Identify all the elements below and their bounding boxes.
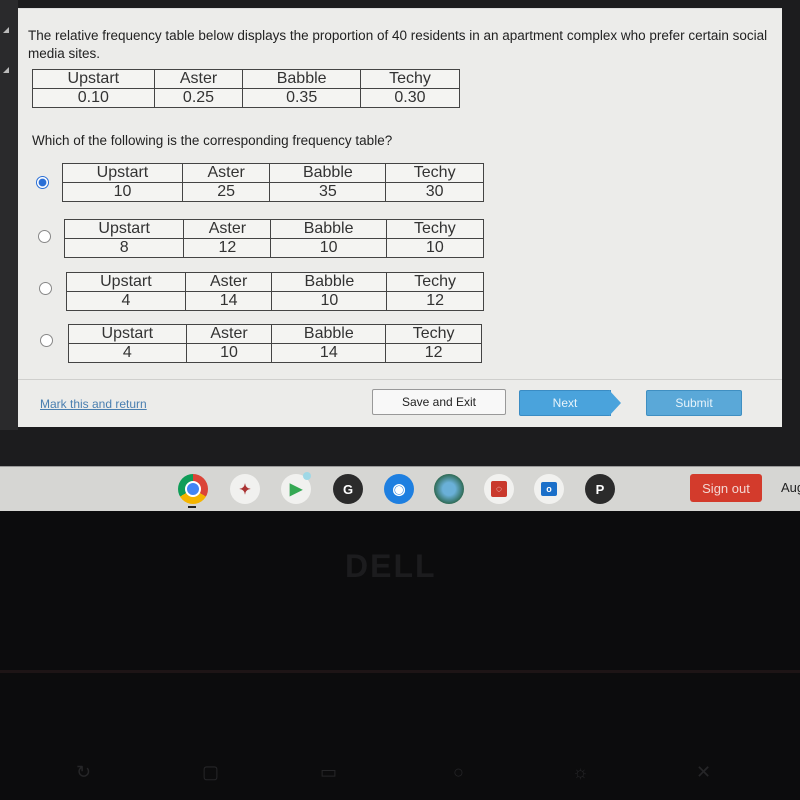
sign-out-button[interactable]: Sign out (690, 474, 762, 502)
table-cell: 30 (385, 182, 484, 202)
red-app-icon[interactable]: ◌ (484, 474, 514, 504)
p-app-icon[interactable]: P (585, 474, 615, 504)
table-cell: 35 (269, 182, 387, 202)
table-header-cell: Babble (271, 324, 387, 344)
option-2-radio[interactable] (38, 230, 51, 243)
question-prompt: Which of the following is the correspond… (32, 133, 393, 148)
footer-divider (18, 379, 782, 380)
table-header-cell: Upstart (63, 219, 185, 239)
table-cell: 12 (183, 238, 272, 258)
table-header-cell: Upstart (62, 163, 183, 183)
table-header-cell: Techy (359, 69, 461, 89)
table-cell: 4 (68, 343, 187, 363)
save-and-exit-button[interactable]: Save and Exit (372, 389, 506, 415)
g-app-icon[interactable]: G (333, 474, 363, 504)
table-cell: 10 (270, 238, 387, 258)
table-cell: 14 (271, 343, 387, 363)
table-cell: 0.10 (32, 88, 155, 108)
table-cell: 10 (185, 343, 273, 363)
question-panel: The relative frequency table below displ… (18, 8, 782, 427)
camera-icon[interactable]: ◉ (384, 474, 414, 504)
mascot-app-icon[interactable]: ✦ (230, 474, 260, 504)
mute-key-icon: ✕ (696, 762, 712, 782)
table-header-row: Upstart Aster Babble Techy (32, 69, 461, 89)
table-cell: 12 (386, 291, 484, 311)
next-button[interactable]: Next (519, 390, 611, 416)
brightness-up-key-icon: ☼ (572, 762, 589, 782)
table-header-cell: Techy (385, 219, 485, 239)
table-header-cell: Upstart (32, 69, 155, 89)
left-gutter (0, 0, 18, 430)
table-cell: 4 (66, 291, 186, 311)
overview-key-icon: ▭ (320, 762, 338, 782)
brightness-down-key-icon: ○ (453, 762, 464, 782)
table-header-cell: Aster (181, 163, 271, 183)
option-3-radio[interactable] (39, 282, 52, 295)
table-header-cell: Aster (184, 272, 273, 292)
notification-dot-icon (303, 472, 311, 480)
option-3-table[interactable]: Upstart Aster Babble Techy 4 14 10 12 (66, 272, 484, 311)
table-header-cell: Aster (183, 219, 272, 239)
chrome-icon[interactable] (178, 474, 208, 504)
active-app-indicator (188, 506, 196, 508)
table-header-cell: Babble (242, 69, 361, 89)
table-header-row: Upstart Aster Babble Techy (66, 272, 484, 292)
table-header-cell: Upstart (68, 324, 187, 344)
refresh-key-icon: ↻ (76, 762, 92, 782)
table-cell: 10 (385, 238, 485, 258)
fullscreen-key-icon: ▢ (202, 762, 220, 782)
relative-frequency-table: Upstart Aster Babble Techy 0.10 0.25 0.3… (32, 69, 461, 108)
table-cell: 0.25 (153, 88, 244, 108)
table-cell: 12 (385, 343, 482, 363)
table-cell: 10 (271, 291, 388, 311)
option-4-radio[interactable] (40, 334, 53, 347)
option-1-radio[interactable] (36, 176, 49, 189)
table-row: 4 10 14 12 (68, 343, 482, 363)
resize-handle-icon (3, 27, 9, 33)
table-header-row: Upstart Aster Babble Techy (68, 324, 482, 344)
clock-date[interactable]: Aug (781, 480, 800, 495)
table-header-cell: Aster (153, 69, 244, 89)
bezel-hinge (0, 670, 800, 673)
table-header-cell: Upstart (66, 272, 186, 292)
next-arrow-icon[interactable] (609, 390, 621, 416)
table-cell: 14 (184, 291, 273, 311)
outlook-icon[interactable]: o (534, 474, 564, 504)
table-header-row: Upstart Aster Babble Techy (62, 163, 484, 183)
table-header-cell: Babble (271, 272, 388, 292)
dell-logo: DELL (345, 548, 437, 584)
question-text: The relative frequency table below displ… (28, 28, 768, 61)
table-header-cell: Babble (270, 219, 387, 239)
table-cell: 25 (181, 182, 271, 202)
table-header-cell: Babble (269, 163, 387, 183)
table-row: 0.10 0.25 0.35 0.30 (32, 88, 461, 108)
submit-button[interactable]: Submit (646, 390, 742, 416)
resize-handle-icon (3, 67, 9, 73)
table-row: 4 14 10 12 (66, 291, 484, 311)
table-header-cell: Techy (385, 324, 482, 344)
option-4-table[interactable]: Upstart Aster Babble Techy 4 10 14 12 (68, 324, 482, 363)
table-cell: 8 (63, 238, 185, 258)
table-row: 10 25 35 30 (62, 182, 484, 202)
table-row: 8 12 10 10 (63, 238, 485, 258)
table-header-row: Upstart Aster Babble Techy (63, 219, 485, 239)
option-1-table[interactable]: Upstart Aster Babble Techy 10 25 35 30 (62, 163, 484, 202)
table-header-cell: Techy (385, 163, 484, 183)
table-cell: 0.35 (242, 88, 361, 108)
table-cell: 10 (62, 182, 183, 202)
table-cell: 0.30 (359, 88, 461, 108)
option-2-table[interactable]: Upstart Aster Babble Techy 8 12 10 10 (63, 219, 485, 258)
mark-and-return-link[interactable]: Mark this and return (40, 397, 147, 411)
table-header-cell: Techy (386, 272, 484, 292)
table-header-cell: Aster (185, 324, 273, 344)
earth-icon[interactable] (434, 474, 464, 504)
